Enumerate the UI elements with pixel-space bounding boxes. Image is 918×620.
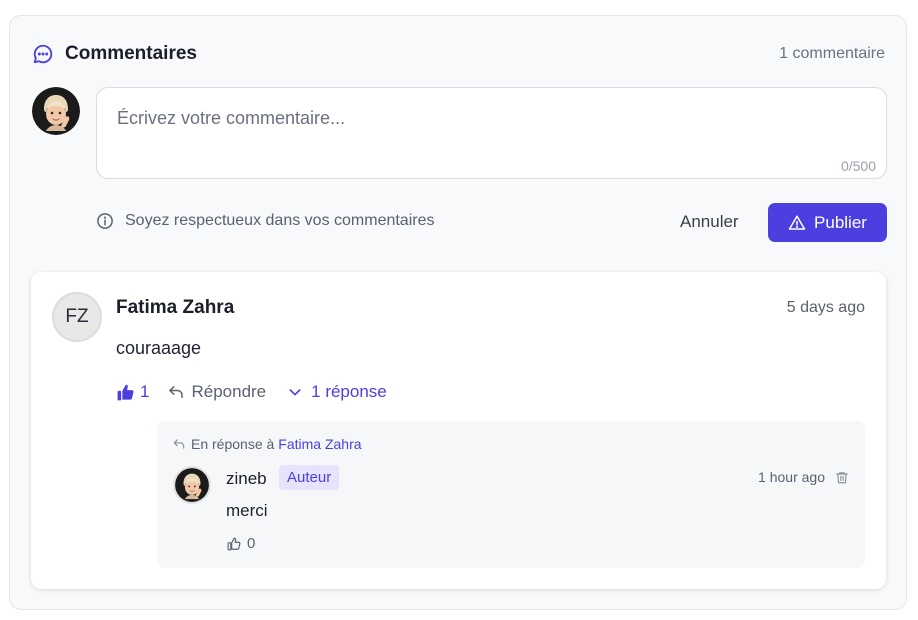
reply-arrow-icon [172, 437, 186, 451]
comment-placeholder: Écrivez votre commentaire... [117, 108, 346, 128]
thumbs-up-filled-icon [116, 383, 135, 402]
comment-textarea[interactable]: Écrivez votre commentaire... 0/500 [96, 87, 887, 179]
info-icon [96, 212, 114, 230]
guideline-hint: Soyez respectueux dans vos commentaires [96, 212, 434, 230]
comment-text: couraaage [116, 338, 202, 358]
reply-timestamp: 1 hour ago [758, 469, 825, 485]
current-user-avatar [32, 87, 80, 135]
comments-title: Commentaires [65, 43, 197, 64]
thumbs-up-icon [227, 537, 241, 551]
cancel-button[interactable]: Annuler [680, 212, 739, 232]
char-counter: 0/500 [840, 158, 876, 174]
reply-item: En réponse à Fatima Zahra zineb Auteur 1… [157, 421, 865, 568]
reply-button[interactable]: Répondre [167, 382, 266, 402]
comment-author: Fatima Zahra [116, 297, 235, 318]
comment-timestamp: 5 days ago [786, 299, 865, 316]
in-reply-prefix: En réponse à [191, 436, 275, 452]
comments-header: Commentaires 1 commentaire [32, 42, 885, 66]
reply-like-button[interactable]: 0 [227, 535, 255, 552]
guideline-text: Soyez respectueux dans vos commentaires [125, 212, 435, 229]
reply-author-avatar [173, 466, 211, 504]
comment-actions: 1 Répondre 1 réponse [116, 382, 387, 402]
reply-text: merci [226, 501, 268, 520]
reply-arrow-icon [167, 383, 185, 401]
author-badge: Auteur [279, 465, 340, 490]
chevron-down-icon [287, 384, 303, 400]
reply-label: Répondre [191, 382, 267, 401]
commenter-avatar: FZ [52, 292, 102, 342]
comments-count: 1 commentaire [779, 45, 885, 62]
warning-triangle-icon [788, 214, 806, 232]
comment-card: FZ Fatima Zahra 5 days ago couraaage 1 R… [31, 272, 886, 589]
toggle-replies-button[interactable]: 1 réponse [287, 382, 387, 402]
like-count: 1 [140, 382, 150, 401]
reply-author: zineb [226, 469, 267, 488]
in-reply-to: En réponse à Fatima Zahra [172, 436, 362, 452]
trash-icon[interactable] [835, 470, 849, 485]
in-reply-author-link[interactable]: Fatima Zahra [278, 436, 361, 452]
replies-count-label: 1 réponse [311, 382, 387, 401]
publish-label: Publier [814, 212, 867, 232]
chat-bubble-icon [32, 43, 54, 65]
like-button[interactable]: 1 [116, 382, 149, 402]
reply-like-count: 0 [247, 535, 256, 552]
publish-button[interactable]: Publier [768, 203, 887, 242]
comments-panel: Commentaires 1 commentaire Écrivez votre… [9, 15, 907, 610]
